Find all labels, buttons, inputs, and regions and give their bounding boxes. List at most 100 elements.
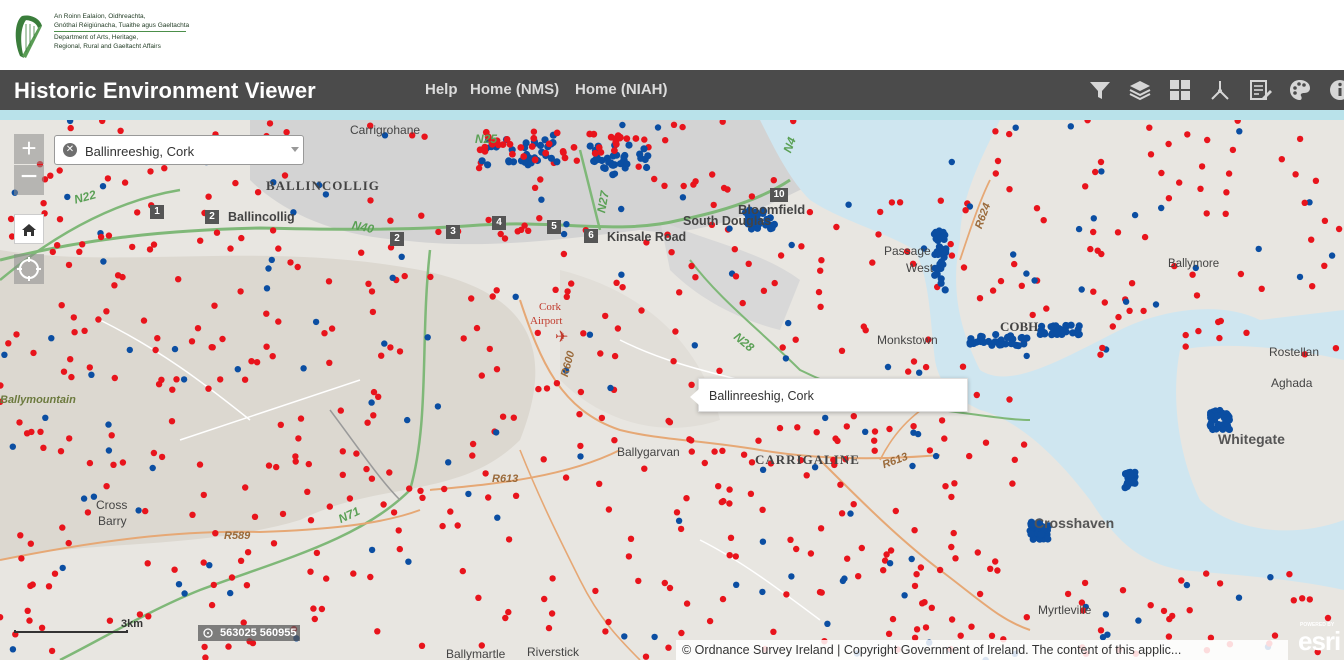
heritage-building-point[interactable] xyxy=(609,171,617,179)
monument-point[interactable] xyxy=(266,120,274,127)
monument-point[interactable] xyxy=(727,534,735,541)
monument-point[interactable] xyxy=(1128,280,1136,287)
heritage-building-point[interactable] xyxy=(1012,124,1019,131)
monument-point[interactable] xyxy=(611,147,618,154)
monument-point[interactable] xyxy=(936,566,944,574)
monument-point[interactable] xyxy=(196,461,204,468)
monument-point[interactable] xyxy=(926,447,934,454)
monument-point[interactable] xyxy=(1198,163,1206,170)
monument-point[interactable] xyxy=(1296,135,1304,143)
monument-point[interactable] xyxy=(568,280,575,287)
monument-point[interactable] xyxy=(590,130,598,138)
heritage-building-point[interactable] xyxy=(135,507,142,514)
monument-point[interactable] xyxy=(509,150,516,158)
monument-point[interactable] xyxy=(686,436,693,443)
monument-point[interactable] xyxy=(1301,199,1308,206)
monument-point[interactable] xyxy=(673,509,681,516)
heritage-building-point[interactable] xyxy=(64,193,71,201)
monument-point[interactable] xyxy=(1203,210,1210,217)
monument-point[interactable] xyxy=(145,613,152,620)
monument-point[interactable] xyxy=(718,498,725,506)
monument-point[interactable] xyxy=(817,303,824,310)
monument-point[interactable] xyxy=(545,140,553,148)
monument-point[interactable] xyxy=(792,336,799,343)
monument-point[interactable] xyxy=(614,132,622,140)
heritage-building-point[interactable] xyxy=(1102,611,1110,618)
monument-point[interactable] xyxy=(173,376,180,383)
monument-point[interactable] xyxy=(665,644,672,651)
monument-point[interactable] xyxy=(386,469,393,476)
monument-point[interactable] xyxy=(553,129,561,137)
nav-help-link[interactable]: Help xyxy=(425,81,458,98)
heritage-building-point[interactable] xyxy=(1104,631,1111,638)
monument-point[interactable] xyxy=(1271,632,1279,639)
monument-point[interactable] xyxy=(251,513,259,520)
monument-point[interactable] xyxy=(197,237,204,244)
monument-point[interactable] xyxy=(1195,327,1202,335)
monument-point[interactable] xyxy=(105,232,113,239)
heritage-building-point[interactable] xyxy=(886,560,894,567)
heritage-building-point[interactable] xyxy=(1135,617,1142,624)
monument-point[interactable] xyxy=(542,149,550,157)
monument-point[interactable] xyxy=(1229,146,1237,154)
monument-point[interactable] xyxy=(877,208,884,216)
monument-point[interactable] xyxy=(731,246,738,253)
monument-point[interactable] xyxy=(248,358,255,365)
monument-point[interactable] xyxy=(818,589,825,596)
monument-point[interactable] xyxy=(169,386,176,393)
monument-point[interactable] xyxy=(1193,292,1201,299)
monument-point[interactable] xyxy=(815,288,823,296)
monument-point[interactable] xyxy=(576,411,583,418)
monument-point[interactable] xyxy=(635,163,642,170)
monument-point[interactable] xyxy=(871,437,878,444)
monument-point[interactable] xyxy=(368,288,376,295)
monument-point[interactable] xyxy=(40,444,47,451)
monument-point[interactable] xyxy=(726,500,733,507)
monument-point[interactable] xyxy=(948,252,956,259)
heritage-building-point[interactable] xyxy=(625,141,633,149)
monument-point[interactable] xyxy=(346,495,354,502)
heritage-building-point[interactable] xyxy=(651,633,658,641)
monument-point[interactable] xyxy=(1140,307,1147,315)
monument-point[interactable] xyxy=(441,485,448,493)
monument-point[interactable] xyxy=(232,179,239,187)
monument-point[interactable] xyxy=(16,419,23,426)
monument-point[interactable] xyxy=(1182,343,1189,350)
monument-point[interactable] xyxy=(188,338,196,345)
monument-point[interactable] xyxy=(142,507,149,515)
monument-point[interactable] xyxy=(387,344,394,351)
monument-point[interactable] xyxy=(200,559,207,566)
monument-point[interactable] xyxy=(313,549,321,557)
monument-point[interactable] xyxy=(378,352,385,359)
monument-point[interactable] xyxy=(1165,633,1173,640)
monument-point[interactable] xyxy=(212,530,219,537)
monument-point[interactable] xyxy=(263,310,270,317)
monument-point[interactable] xyxy=(1109,323,1117,330)
monument-point[interactable] xyxy=(136,611,144,618)
monument-point[interactable] xyxy=(238,234,245,242)
monument-point[interactable] xyxy=(520,153,528,160)
monument-point[interactable] xyxy=(896,199,904,206)
monument-point[interactable] xyxy=(988,632,996,639)
heritage-building-point[interactable] xyxy=(1044,535,1052,543)
monument-point[interactable] xyxy=(45,583,53,590)
heritage-building-point[interactable] xyxy=(619,121,626,129)
monument-point[interactable] xyxy=(270,540,278,547)
monument-point[interactable] xyxy=(942,483,949,490)
monument-point[interactable] xyxy=(1087,245,1094,253)
monument-point[interactable] xyxy=(885,630,893,637)
monument-point[interactable] xyxy=(838,510,846,517)
monument-point[interactable] xyxy=(535,385,542,393)
monument-point[interactable] xyxy=(439,522,446,530)
monument-point[interactable] xyxy=(161,165,168,172)
heritage-building-point[interactable] xyxy=(1122,298,1130,305)
monument-point[interactable] xyxy=(363,465,370,473)
monument-point[interactable] xyxy=(353,450,360,457)
monument-point[interactable] xyxy=(326,503,333,510)
monument-point[interactable] xyxy=(241,376,249,383)
monument-point[interactable] xyxy=(837,481,844,488)
monument-point[interactable] xyxy=(869,259,876,266)
heritage-building-point[interactable] xyxy=(505,157,513,165)
monument-point[interactable] xyxy=(531,184,539,191)
monument-point[interactable] xyxy=(1092,168,1099,176)
